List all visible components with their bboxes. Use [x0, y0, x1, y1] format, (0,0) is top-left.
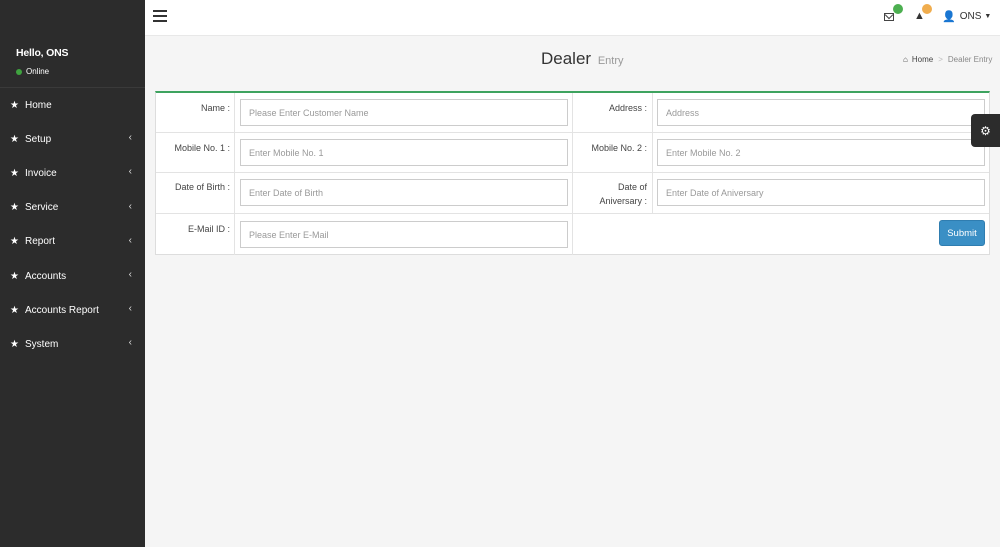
star-icon: ★	[10, 304, 19, 316]
date-of-birth-label: Date of Birth :	[174, 182, 230, 192]
form-row: Name : Address :	[156, 93, 989, 133]
star-icon: ★	[10, 133, 19, 145]
user-dropdown-label: ONS	[959, 11, 982, 22]
date-of-anniversary-label: Date of Aniversary :	[573, 180, 647, 208]
user-greeting: Hello, ONS	[16, 47, 69, 59]
sidebar-item-service[interactable]: ★ Service ‹	[0, 191, 145, 225]
star-icon: ★	[10, 338, 19, 350]
submit-button[interactable]: Submit	[939, 220, 985, 246]
sidebar-item-label: Service	[25, 202, 59, 214]
sidebar-item-system[interactable]: ★ System ‹	[0, 327, 145, 361]
user-status: Online	[16, 67, 49, 76]
chevron-left-icon: ‹	[128, 166, 132, 178]
date-of-anniversary-label-line1: Date of	[617, 182, 647, 192]
chevron-left-icon: ‹	[128, 200, 132, 212]
user-status-label: Online	[26, 67, 50, 76]
date-of-anniversary-label-line2: Aniversary :	[599, 196, 647, 206]
breadcrumb-home-link[interactable]: Home	[912, 55, 933, 64]
dealer-entry-form: Name : Address : Mobile No. 1 : Mobile N…	[155, 91, 990, 255]
online-status-dot-icon	[16, 68, 22, 75]
page-subtitle: Entry	[597, 55, 624, 67]
sidebar-menu: ★ Home ★ Setup ‹ ★ Invoice ‹ ★ Service ‹…	[0, 88, 145, 362]
mobile-2-label: Mobile No. 2 :	[591, 143, 647, 153]
breadcrumb-separator: >	[938, 55, 943, 64]
sidebar-item-invoice[interactable]: ★ Invoice ‹	[0, 156, 145, 190]
gear-icon[interactable]: ⚙	[971, 114, 1000, 147]
sidebar-item-label: Accounts Report	[25, 304, 99, 316]
sidebar-item-report[interactable]: ★ Report ‹	[0, 225, 145, 259]
chevron-left-icon: ‹	[128, 234, 132, 246]
sidebar-item-label: System	[25, 338, 59, 350]
form-row: E-Mail ID : Submit	[156, 214, 989, 255]
star-icon: ★	[10, 270, 19, 282]
customer-name-input[interactable]	[240, 99, 568, 126]
chevron-left-icon: ‹	[128, 268, 132, 280]
email-input[interactable]	[240, 221, 568, 248]
sidebar-item-label: Report	[25, 236, 56, 248]
form-row: Mobile No. 1 : Mobile No. 2 :	[156, 133, 989, 173]
alerts-badge	[922, 4, 932, 14]
name-label: Name :	[200, 103, 230, 113]
sidebar-item-label: Setup	[25, 133, 52, 145]
sidebar-item-accounts-report[interactable]: ★ Accounts Report ‹	[0, 293, 145, 327]
mobile-1-label: Mobile No. 1 :	[174, 143, 230, 153]
sidebar: Hello, ONS Online ★ Home ★ Setup ‹ ★ Inv…	[0, 0, 145, 547]
sidebar-item-accounts[interactable]: ★ Accounts ‹	[0, 259, 145, 293]
page-title-text: Dealer	[541, 49, 592, 68]
breadcrumb: ⌂ Home > Dealer Entry	[903, 55, 992, 64]
star-icon: ★	[10, 236, 19, 248]
sidebar-item-label: Home	[25, 99, 52, 111]
sidebar-item-label: Invoice	[25, 167, 57, 179]
form-row: Date of Birth : Date of Aniversary :	[156, 173, 989, 214]
address-label: Address :	[608, 103, 647, 113]
star-icon: ★	[10, 167, 19, 179]
chevron-left-icon: ‹	[128, 337, 132, 349]
user-panel: Hello, ONS Online	[0, 0, 145, 88]
home-icon: ⌂	[903, 55, 908, 64]
sidebar-item-label: Accounts	[25, 270, 67, 282]
sidebar-item-setup[interactable]: ★ Setup ‹	[0, 122, 145, 156]
mobile-2-input[interactable]	[657, 139, 985, 166]
email-label: E-Mail ID :	[187, 224, 230, 234]
address-input[interactable]	[657, 99, 985, 126]
user-dropdown[interactable]: 👤 ONS ▼	[942, 10, 991, 23]
breadcrumb-current: Dealer Entry	[947, 55, 993, 64]
chevron-left-icon: ‹	[128, 303, 132, 315]
envelope-icon[interactable]	[884, 13, 894, 21]
chevron-left-icon: ‹	[128, 132, 132, 144]
date-of-anniversary-input[interactable]	[657, 179, 985, 206]
user-icon: 👤	[942, 11, 956, 23]
sidebar-item-home[interactable]: ★ Home	[0, 88, 145, 122]
star-icon: ★	[10, 202, 19, 214]
date-of-birth-input[interactable]	[240, 179, 568, 206]
page-title: Dealer Entry	[541, 49, 624, 69]
hamburger-menu-icon[interactable]	[153, 10, 167, 22]
caret-down-icon: ▼	[984, 13, 992, 20]
top-navbar: ▲ 👤 ONS ▼	[145, 0, 1000, 36]
star-icon: ★	[10, 99, 19, 111]
messages-badge	[893, 4, 903, 14]
mobile-1-input[interactable]	[240, 139, 568, 166]
